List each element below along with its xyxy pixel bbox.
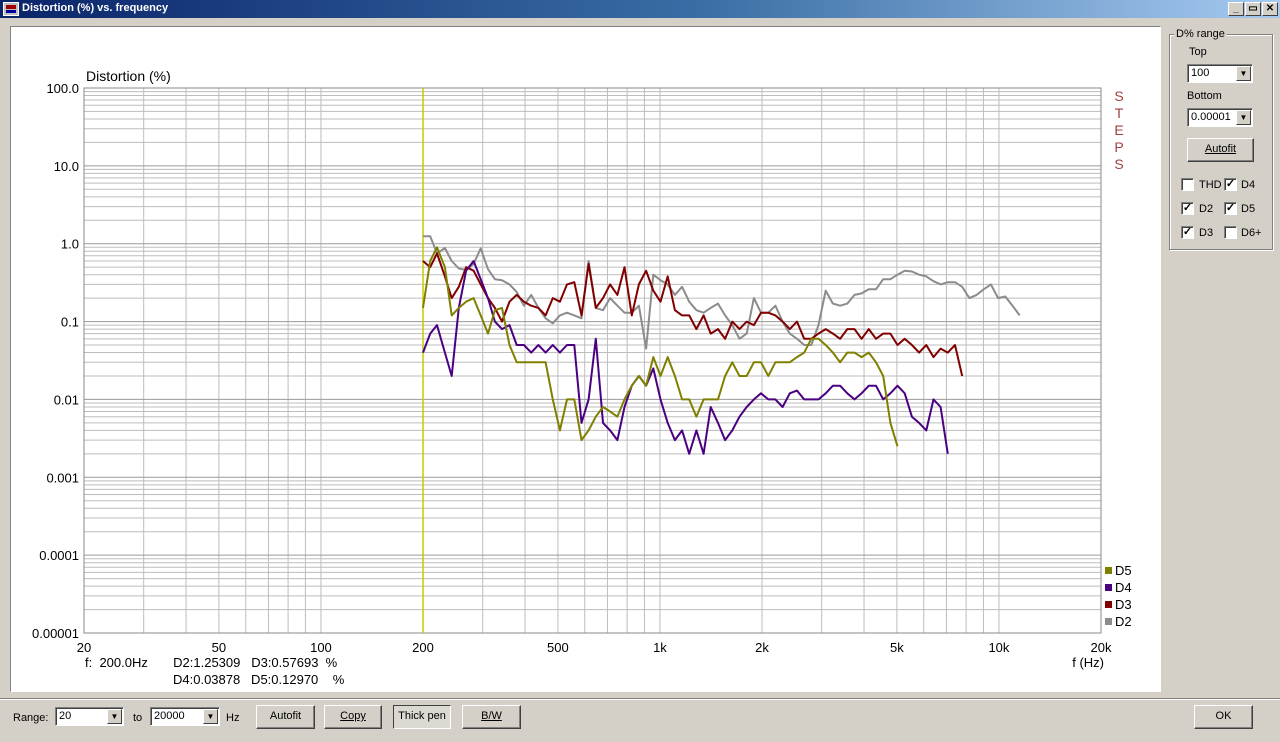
y-tick-label: 0.001	[46, 470, 79, 485]
copy-button[interactable]: Copy	[324, 705, 382, 729]
d4-checkbox-label: D4	[1241, 179, 1256, 191]
d6plus-checkbox-label: D6+	[1241, 227, 1262, 239]
chevron-down-icon[interactable]: ▼	[1236, 110, 1251, 125]
chevron-down-icon[interactable]: ▼	[203, 709, 218, 724]
d5-checkbox[interactable]: ✓	[1224, 202, 1237, 215]
thd-checkbox-label: THD	[1199, 179, 1222, 191]
plot-area[interactable]: 100.0 10.0 1.0 0.1 0.01 0.001 0.0001 0.00001 20 5…	[10, 26, 1161, 692]
x-tick-label: 500	[547, 640, 569, 655]
legend-swatch-d5	[1105, 567, 1112, 574]
bw-toggle-label: B/W	[481, 710, 502, 722]
d-range-group-title: D% range	[1174, 28, 1227, 40]
hz-label: Hz	[226, 712, 240, 724]
y-tick-label: 1.0	[61, 237, 79, 252]
y-tick-label: 0.1	[61, 315, 79, 330]
range-autofit-button[interactable]: Autofit	[1187, 138, 1254, 162]
y-tick-label: 10.0	[54, 159, 79, 174]
x-tick-label: 20k	[1091, 640, 1112, 655]
ok-button[interactable]: OK	[1194, 705, 1253, 729]
d5-checkbox-label: D5	[1241, 203, 1256, 215]
d3-checkbox-label: D3	[1199, 227, 1214, 239]
bottom-range-value: 0.00001	[1191, 111, 1231, 123]
d6plus-checkbox[interactable]	[1224, 226, 1237, 239]
d3-checkbox[interactable]: ✓	[1181, 226, 1194, 239]
steps-label-letter: T	[1115, 105, 1124, 121]
steps-label-letter: S	[1114, 156, 1123, 172]
x-tick-label: 200	[412, 640, 434, 655]
window-title-bar[interactable]: Distortion (%) vs. frequency _ ▭ ✕	[0, 0, 1280, 18]
y-tick-label: 100.0	[46, 81, 79, 96]
x-tick-label: 10k	[988, 640, 1009, 655]
x-axis-label: f (Hz)	[1072, 655, 1104, 670]
top-label: Top	[1189, 46, 1207, 58]
app-icon	[3, 2, 19, 16]
top-range-select[interactable]: 100 ▼	[1187, 64, 1253, 83]
legend-label-d5: D5	[1115, 563, 1132, 578]
bw-toggle[interactable]: B/W	[462, 705, 521, 729]
copy-button-label: Copy	[340, 710, 366, 722]
x-tick-label: 2k	[755, 640, 769, 655]
thick-pen-toggle[interactable]: Thick pen	[393, 705, 451, 729]
steps-label-letter: S	[1114, 88, 1123, 104]
bottom-label: Bottom	[1187, 90, 1222, 102]
to-label: to	[133, 712, 143, 724]
range-autofit-label: Autofit	[1204, 143, 1237, 155]
d4-checkbox[interactable]: ✓	[1224, 178, 1237, 191]
top-range-value: 100	[1191, 67, 1210, 79]
chart-title: Distortion (%)	[86, 68, 171, 84]
y-tick-label: 0.01	[54, 392, 79, 407]
y-tick-label: 0.0001	[39, 548, 79, 563]
x-tick-label: 5k	[890, 640, 904, 655]
minimize-button[interactable]: _	[1228, 2, 1244, 16]
d2-checkbox-label: D2	[1199, 203, 1214, 215]
legend-swatch-d2	[1105, 618, 1112, 625]
d2-checkbox[interactable]: ✓	[1181, 202, 1194, 215]
cursor-readout-line1: f: 200.0Hz D2:1.25309 D3:0.57693 %	[85, 655, 338, 670]
y-tick-label: 0.00001	[32, 626, 79, 641]
legend-swatch-d3	[1105, 601, 1112, 608]
steps-label-letter: P	[1114, 139, 1123, 155]
range-from-select[interactable]: 20 ▼	[55, 707, 124, 726]
x-tick-label: 20	[77, 640, 91, 655]
chevron-down-icon[interactable]: ▼	[107, 709, 122, 724]
range-to-value: 20000	[154, 710, 185, 722]
window-title: Distortion (%) vs. frequency	[22, 2, 169, 14]
x-tick-label: 50	[212, 640, 226, 655]
close-button[interactable]: ✕	[1262, 2, 1278, 16]
autofit-button[interactable]: Autofit	[256, 705, 315, 729]
bottom-separator	[0, 698, 1280, 700]
legend-swatch-d4	[1105, 584, 1112, 591]
thd-checkbox[interactable]	[1181, 178, 1194, 191]
steps-label-letter: E	[1114, 122, 1123, 138]
range-from-value: 20	[59, 710, 72, 722]
restore-button[interactable]: ▭	[1245, 2, 1261, 16]
distortion-chart[interactable]: 100.0 10.0 1.0 0.1 0.01 0.001 0.0001 0.0000120 5…	[11, 27, 1160, 691]
legend-label-d4: D4	[1115, 580, 1132, 595]
range-label: Range:	[13, 712, 49, 724]
legend-label-d3: D3	[1115, 597, 1132, 612]
bottom-range-select[interactable]: 0.00001 ▼	[1187, 108, 1253, 127]
range-to-select[interactable]: 20000 ▼	[150, 707, 220, 726]
legend-label-d2: D2	[1115, 614, 1132, 629]
x-tick-label: 1k	[653, 640, 667, 655]
chevron-down-icon[interactable]: ▼	[1236, 66, 1251, 81]
cursor-readout-line2: D4:0.03878 D5:0.12970 %	[173, 672, 345, 687]
x-tick-label: 100	[310, 640, 332, 655]
